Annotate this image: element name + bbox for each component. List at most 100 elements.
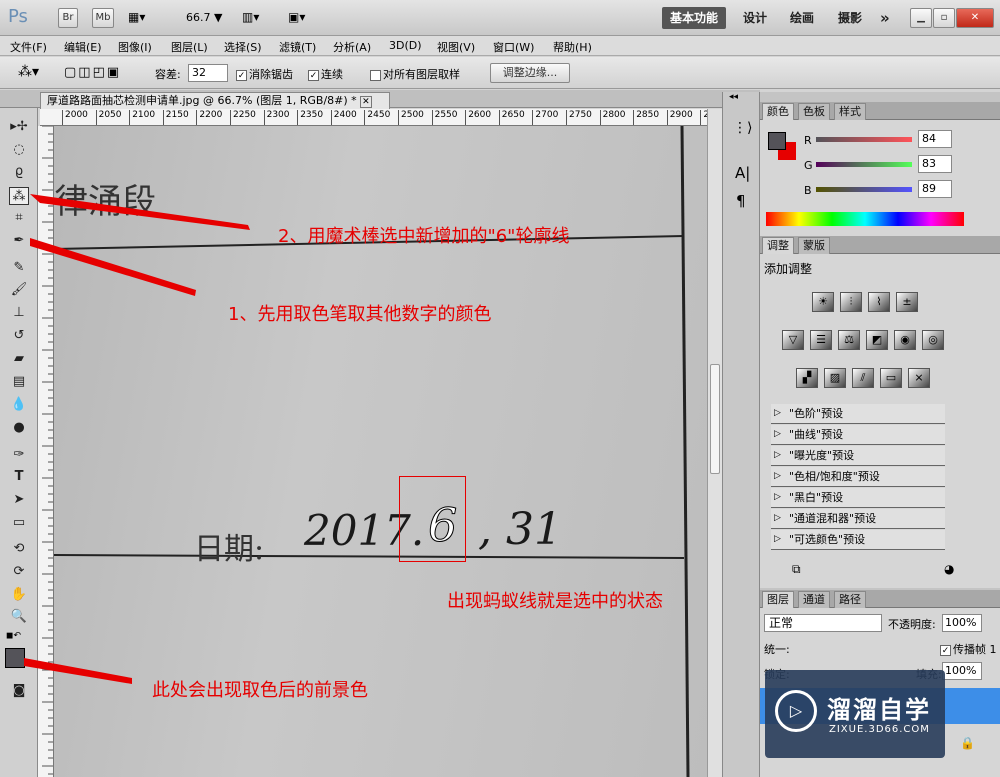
more-workspaces[interactable]: » [880, 7, 890, 29]
r-slider[interactable] [816, 137, 912, 142]
close-button[interactable]: ✕ [956, 8, 994, 28]
zoom-tool-icon[interactable]: 🔍 [9, 608, 29, 626]
brush-tool-icon[interactable]: 🖌 [9, 281, 29, 299]
menu-select[interactable]: 选择(S) [224, 39, 262, 55]
g-value[interactable]: 83 [918, 155, 952, 173]
pen-tool-icon[interactable]: ✑ [9, 446, 29, 464]
magic-wand-preset-icon[interactable]: ⁂▾ [18, 64, 39, 80]
antialias-checkbox[interactable]: ✓ [236, 69, 247, 81]
propagate-checkbox[interactable]: ✓ [940, 644, 951, 656]
menu-filter[interactable]: 滤镜(T) [279, 39, 316, 55]
menu-edit[interactable]: 编辑(E) [64, 39, 102, 55]
posterize-icon[interactable]: ▨ [824, 368, 846, 388]
dodge-tool-icon[interactable]: ● [9, 419, 29, 437]
preset-levels[interactable]: "色阶"预设 [771, 404, 945, 424]
bridge-button[interactable]: Br [58, 8, 78, 28]
photo-filter-icon[interactable]: ◉ [894, 330, 916, 350]
3d-rotate-tool-icon[interactable]: ⟲ [9, 540, 29, 558]
preset-exposure[interactable]: "曝光度"预设 [771, 446, 945, 466]
preset-selective-color[interactable]: "可选颜色"预设 [771, 530, 945, 550]
magic-wand-tool-icon[interactable]: ⁂ [9, 187, 29, 205]
blend-mode-select[interactable]: 正常 [764, 614, 882, 632]
workspace-design[interactable]: 设计 [743, 7, 767, 29]
document-tab[interactable]: 厚道路路面抽芯检测申请单.jpg @ 66.7% (图层 1, RGB/8#) … [40, 92, 390, 109]
b-slider[interactable] [816, 187, 912, 192]
tolerance-input[interactable]: 32 [188, 64, 228, 82]
hand-tool-icon[interactable]: ✋ [9, 586, 29, 604]
preset-curves[interactable]: "曲线"预设 [771, 425, 945, 445]
tab-layers[interactable]: 图层 [762, 591, 794, 608]
tab-channels[interactable]: 通道 [798, 591, 830, 608]
vibrance-icon[interactable]: ▽ [782, 330, 804, 350]
mini-bridge-button[interactable]: Mb [92, 8, 114, 28]
history-panel-icon[interactable]: ⋮⟩ [733, 120, 752, 136]
g-slider[interactable] [816, 162, 912, 167]
contiguous-checkbox[interactable]: ✓ [308, 69, 319, 81]
clip-layer-icon[interactable]: ⧉ [792, 562, 801, 577]
menu-image[interactable]: 图像(I) [118, 39, 152, 55]
move-tool-icon[interactable]: ▸✢ [9, 118, 29, 136]
r-value[interactable]: 84 [918, 130, 952, 148]
workspace-photography[interactable]: 摄影 [838, 7, 862, 29]
invert-icon[interactable]: ▞ [796, 368, 818, 388]
view-extras-icon[interactable]: ▦▾ [128, 10, 145, 24]
visibility-toggle-icon[interactable]: ◕ [944, 562, 954, 576]
menu-layer[interactable]: 图层(L) [171, 39, 208, 55]
exposure-icon[interactable]: ± [896, 292, 918, 312]
gradient-map-icon[interactable]: ▭ [880, 368, 902, 388]
sample-all-checkbox[interactable] [370, 69, 381, 81]
workspace-essentials[interactable]: 基本功能 [662, 7, 726, 29]
minimize-button[interactable]: ▁ [910, 8, 932, 28]
preset-channel-mixer[interactable]: "通道混和器"预设 [771, 509, 945, 529]
b-value[interactable]: 89 [918, 180, 952, 198]
channel-mixer-icon[interactable]: ◎ [922, 330, 944, 350]
menu-analysis[interactable]: 分析(A) [333, 39, 371, 55]
menu-help[interactable]: 帮助(H) [553, 39, 592, 55]
collapse-icon[interactable]: ◂◂ [729, 92, 738, 102]
menu-window[interactable]: 窗口(W) [493, 39, 534, 55]
tab-masks[interactable]: 蒙版 [798, 237, 830, 254]
menu-view[interactable]: 视图(V) [437, 39, 475, 55]
fill-input[interactable]: 100% [942, 662, 982, 680]
zoom-level[interactable]: 66.7 ▼ [186, 11, 222, 24]
marquee-tool-icon[interactable]: ◌ [9, 141, 29, 159]
tab-paths[interactable]: 路径 [834, 591, 866, 608]
close-tab-icon[interactable]: ✕ [360, 96, 372, 108]
hue-sat-icon[interactable]: ☰ [810, 330, 832, 350]
foreground-color-swatch[interactable] [5, 648, 25, 668]
opacity-input[interactable]: 100% [942, 614, 982, 632]
shape-tool-icon[interactable]: ▭ [9, 514, 29, 532]
tab-swatches[interactable]: 色板 [798, 103, 830, 120]
selective-color-icon[interactable]: ⨯ [908, 368, 930, 388]
eyedropper-tool-icon[interactable]: ✒ [9, 232, 29, 250]
menu-file[interactable]: 文件(F) [10, 39, 47, 55]
color-spectrum-bar[interactable] [766, 212, 964, 226]
eraser-tool-icon[interactable]: ▰ [9, 350, 29, 368]
scroll-thumb[interactable] [710, 364, 720, 474]
path-selection-tool-icon[interactable]: ➤ [9, 491, 29, 509]
screen-mode-icon[interactable]: ▣▾ [288, 10, 305, 24]
crop-tool-icon[interactable]: ⌗ [9, 209, 29, 227]
character-panel-icon[interactable]: A| [735, 164, 750, 182]
preset-hue-saturation[interactable]: "色相/饱和度"预设 [771, 467, 945, 487]
preset-black-white[interactable]: "黑白"预设 [771, 488, 945, 508]
refine-edge-button[interactable]: 调整边缘... [490, 63, 570, 83]
lasso-tool-icon[interactable]: ϱ [9, 163, 29, 181]
color-balance-icon[interactable]: ⚖ [838, 330, 860, 350]
vertical-scrollbar[interactable] [707, 109, 722, 777]
arrange-docs-icon[interactable]: ▥▾ [242, 10, 259, 24]
levels-icon[interactable]: ⫶ [840, 292, 862, 312]
menu-3d[interactable]: 3D(D) [389, 39, 422, 52]
quick-mask-icon[interactable]: ◙ [9, 682, 29, 700]
tab-adjustments[interactable]: 调整 [762, 237, 794, 254]
selection-mode-icons[interactable]: ▢◫◰▣ [64, 65, 121, 80]
brightness-icon[interactable]: ☀ [812, 292, 834, 312]
default-colors-icon[interactable]: ◼↶ [6, 631, 21, 641]
gradient-tool-icon[interactable]: ▤ [9, 373, 29, 391]
tab-color[interactable]: 颜色 [762, 103, 794, 120]
black-white-icon[interactable]: ◩ [866, 330, 888, 350]
tab-styles[interactable]: 样式 [834, 103, 866, 120]
3d-orbit-tool-icon[interactable]: ⟳ [9, 563, 29, 581]
blur-tool-icon[interactable]: 💧 [9, 396, 29, 414]
threshold-icon[interactable]: ⫽ [852, 368, 874, 388]
